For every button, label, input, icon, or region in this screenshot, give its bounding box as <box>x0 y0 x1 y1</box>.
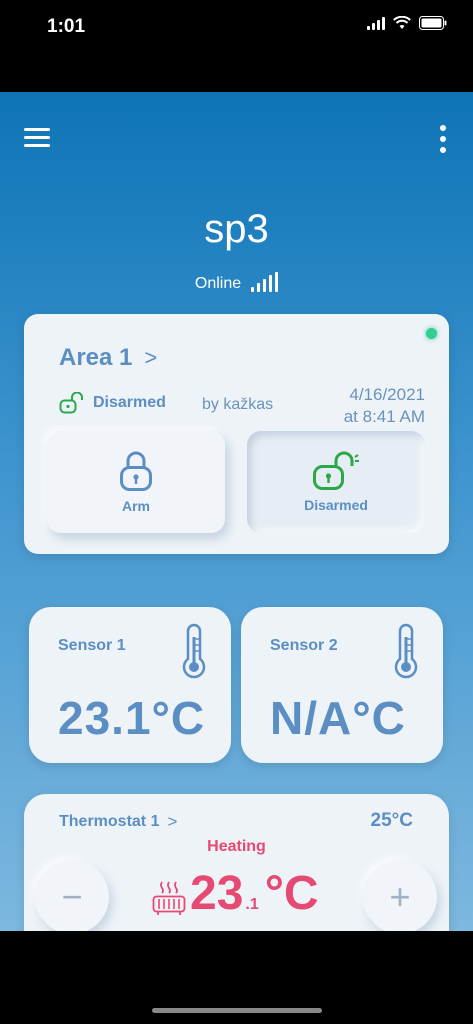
area-timestamp: 4/16/2021 at 8:41 AM <box>344 384 425 428</box>
area-card: Area 1 > Disarmed by kažkas 4/16/2021 at… <box>24 314 449 554</box>
sensor-value: N/A°C <box>270 692 406 744</box>
area-time: at 8:41 AM <box>343 407 425 426</box>
home-indicator[interactable] <box>152 1008 322 1013</box>
increase-setpoint-button[interactable]: + <box>363 860 437 931</box>
status-bar: 1:01 <box>0 0 473 92</box>
sensor-card[interactable]: Sensor 1 23.1°C <box>29 607 231 763</box>
thermostat-temp-whole: 23 <box>190 867 244 920</box>
sensor-value: 23.1°C <box>58 692 206 744</box>
status-time: 1:01 <box>47 16 86 37</box>
more-vertical-icon[interactable] <box>439 125 447 153</box>
sensor-name: Sensor 2 <box>270 637 338 654</box>
lock-icon <box>120 451 152 491</box>
chevron-right-icon: > <box>144 345 158 370</box>
unlock-icon <box>313 451 359 490</box>
thermometer-icon <box>394 623 418 679</box>
battery-icon <box>419 16 447 30</box>
area-date: 4/16/2021 <box>349 385 425 404</box>
area-changed-by: by kažkas <box>202 396 274 413</box>
sensor-name: Sensor 1 <box>58 637 126 654</box>
thermostat-temperature: 23 .1 °C <box>190 866 319 921</box>
signal-icon <box>251 272 279 293</box>
unlock-icon <box>59 392 83 414</box>
connection-status-label: Online <box>194 275 242 292</box>
thermostat-card: Thermostat 1 > 25°C Heating 23 .1 °C − + <box>24 794 449 931</box>
area-title-link[interactable]: Area 1 > <box>59 344 157 372</box>
disarm-button-label: Disarmed <box>304 497 368 513</box>
sensor-card[interactable]: Sensor 2 N/A°C <box>241 607 443 763</box>
online-indicator <box>426 328 437 339</box>
status-icons <box>367 16 447 30</box>
thermostat-title-link[interactable]: Thermostat 1 > <box>59 812 177 832</box>
area-state-label: Disarmed <box>93 394 166 411</box>
thermostat-title: Thermostat 1 <box>59 813 160 830</box>
thermostat-temp-unit: °C <box>264 867 319 920</box>
arm-button[interactable]: Arm <box>47 431 225 533</box>
heater-icon <box>152 881 186 915</box>
disarm-button[interactable]: Disarmed <box>247 431 425 533</box>
thermostat-temp-decimal: .1 <box>245 896 259 913</box>
thermostat-setpoint: 25°C <box>370 810 413 831</box>
wifi-icon <box>393 16 411 29</box>
thermometer-icon <box>182 623 206 679</box>
decrease-setpoint-button[interactable]: − <box>35 860 109 931</box>
thermostat-mode: Heating <box>207 838 266 855</box>
chevron-right-icon: > <box>167 812 178 831</box>
cellular-signal-icon <box>367 16 385 30</box>
menu-icon[interactable] <box>24 128 50 148</box>
area-title: Area 1 <box>59 344 133 371</box>
device-name: sp3 <box>204 207 269 251</box>
area-state: Disarmed <box>59 392 166 414</box>
connection-status: Online <box>0 272 473 293</box>
arm-button-label: Arm <box>121 498 150 514</box>
app-screen: sp3 Online Area 1 > Disarmed by kažkas 4… <box>0 92 473 931</box>
